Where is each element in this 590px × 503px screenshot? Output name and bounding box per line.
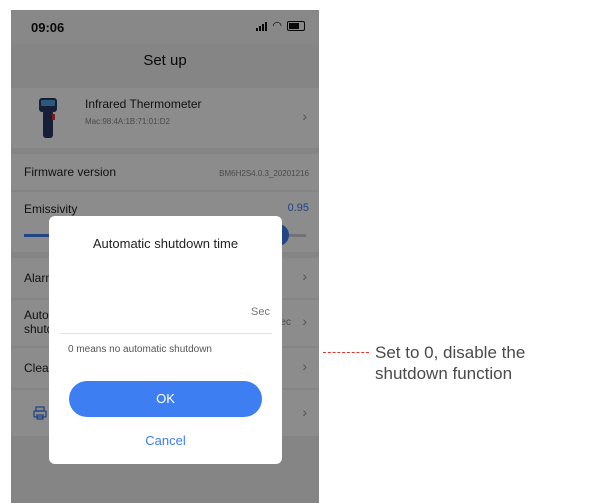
input-underline [59, 333, 272, 334]
dialog-hint: 0 means no automatic shutdown [68, 344, 212, 355]
page: 09:06 ◠ Set up Infrared Thermometer Mac:… [0, 0, 590, 503]
dialog-unit: Sec [251, 306, 270, 318]
annotation-leader-line [323, 352, 369, 353]
annotation-text: Set to 0, disable the shutdown function [375, 343, 526, 383]
cancel-button[interactable]: Cancel [49, 433, 282, 448]
dialog-title: Automatic shutdown time [92, 236, 239, 251]
ok-button[interactable]: OK [69, 381, 262, 417]
shutdown-time-dialog: Automatic shutdown time Sec 0 means no a… [49, 216, 282, 464]
shutdown-time-input[interactable] [63, 276, 247, 318]
